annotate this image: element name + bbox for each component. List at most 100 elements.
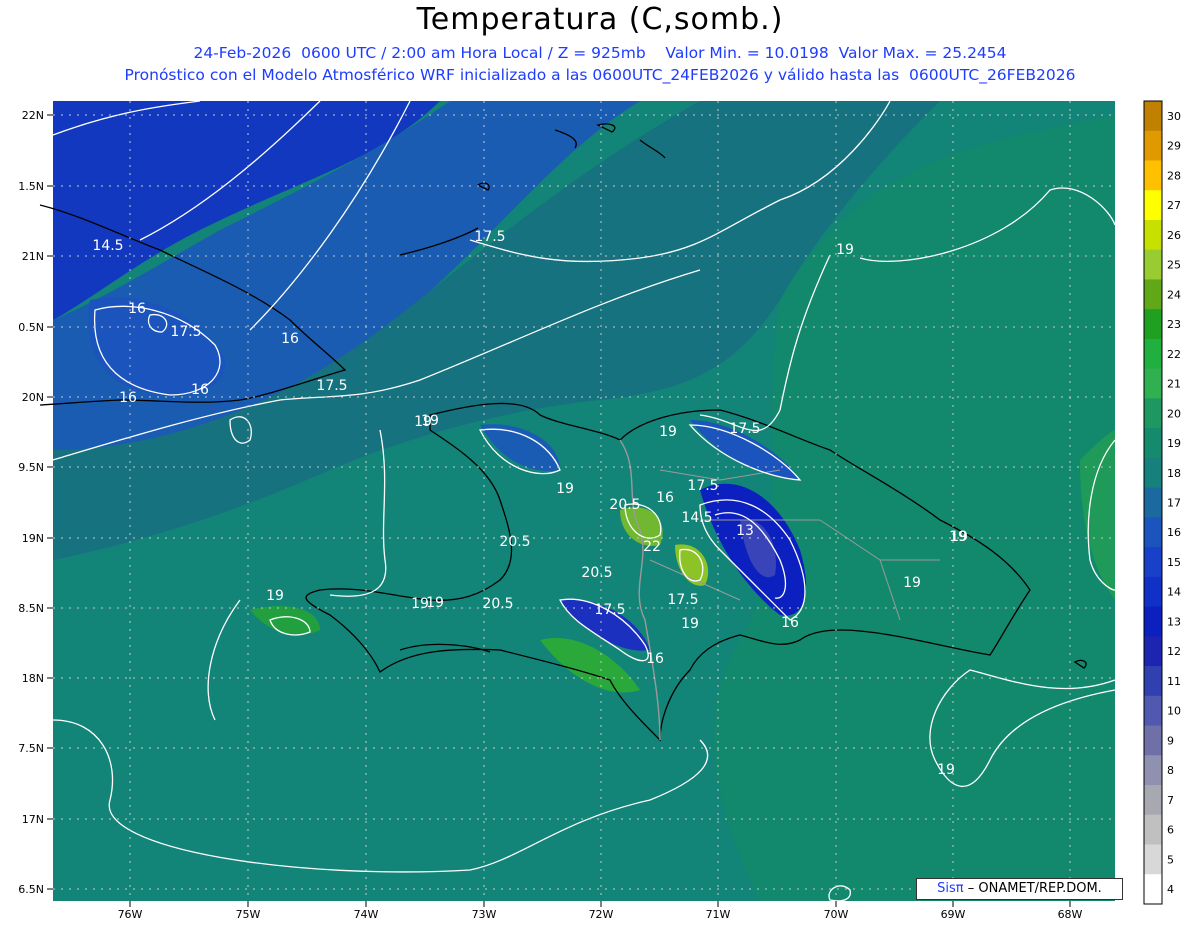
legend-swatch	[1144, 874, 1162, 905]
legend-swatch	[1144, 814, 1162, 846]
legend-tick-label: 10	[1167, 705, 1181, 718]
contour-label: 19	[937, 762, 955, 778]
contour-label: 19	[903, 575, 921, 591]
contour-label: 17.5	[729, 421, 760, 437]
lon-label: 71W	[706, 908, 731, 921]
legend-swatch	[1144, 725, 1162, 756]
legend-tick-label: 16	[1167, 526, 1181, 539]
legend-swatch	[1144, 844, 1162, 875]
contour-label: 16	[656, 490, 674, 506]
lat-label: 21N	[22, 250, 44, 263]
legend-swatch	[1144, 606, 1162, 637]
legend-tick-label: 30	[1167, 110, 1181, 123]
legend-tick-label: 17	[1167, 497, 1181, 510]
legend-swatch	[1144, 219, 1162, 251]
legend-swatch	[1144, 457, 1162, 489]
contour-label: 16	[281, 331, 299, 347]
legend-swatch	[1144, 338, 1162, 370]
contour-label: 16	[191, 382, 209, 398]
legend-swatch	[1144, 666, 1162, 697]
contour-label: 19	[836, 242, 854, 258]
lat-label: 9.5N	[18, 461, 44, 474]
lon-label: 69W	[941, 908, 966, 921]
lat-label: 17N	[22, 813, 44, 826]
credit-box: Sisπ – ONAMET/REP.DOM.	[916, 878, 1123, 900]
legend-tick-label: 15	[1167, 556, 1181, 569]
legend-tick-label: 20	[1167, 407, 1181, 420]
legend-tick-label: 26	[1167, 229, 1181, 242]
contour-label: 16	[119, 390, 137, 406]
legend-swatch	[1144, 279, 1162, 310]
legend-swatch	[1144, 190, 1162, 221]
contour-label: 20.5	[482, 596, 513, 612]
legend-swatch	[1144, 755, 1162, 786]
legend-tick-label: 11	[1167, 675, 1181, 688]
legend-swatch	[1144, 785, 1162, 816]
legend-swatch	[1144, 487, 1162, 518]
legend-tick-label: 21	[1167, 378, 1181, 391]
contour-label: 19	[681, 616, 699, 632]
legend-tick-label: 7	[1167, 794, 1174, 807]
temperature-map: 14.5 16 17.5 16 16 17.5 16 19 17.5 19 19 19 17.5 19 20…	[18, 100, 1181, 921]
legend-tick-label: 9	[1167, 734, 1174, 747]
legend-tick-label: 24	[1167, 288, 1181, 301]
legend-swatch	[1144, 130, 1162, 161]
legend-swatch	[1144, 547, 1162, 578]
contour-label: 19	[556, 481, 574, 497]
lat-label: 22N	[22, 109, 44, 122]
legend-tick-label: 25	[1167, 259, 1181, 272]
lon-label: 75W	[236, 908, 261, 921]
legend-swatch	[1144, 576, 1162, 608]
contour-label: 16	[128, 301, 146, 317]
legend-tick-label: 23	[1167, 318, 1181, 331]
contour-label: 19	[421, 413, 439, 429]
legend-swatch	[1144, 517, 1162, 548]
contour-label: 17.5	[594, 602, 625, 618]
legend-tick-label: 22	[1167, 348, 1181, 361]
contour-label: 17.5	[170, 324, 201, 340]
legend-tick-label: 27	[1167, 199, 1181, 212]
legend-tick-label: 29	[1167, 140, 1181, 153]
lon-label: 73W	[472, 908, 497, 921]
legend-swatch	[1144, 249, 1162, 280]
legend-swatch	[1144, 368, 1162, 399]
contour-label: 22	[643, 539, 661, 555]
lon-label: 72W	[589, 908, 614, 921]
contour-label: 17.5	[667, 592, 698, 608]
contour-label: 17.5	[316, 378, 347, 394]
lat-label: 6.5N	[18, 883, 44, 896]
lon-label: 70W	[824, 908, 849, 921]
legend-swatch	[1144, 636, 1162, 667]
legend-tick-label: 14	[1167, 586, 1181, 599]
contour-label: 16	[646, 651, 664, 667]
legend-swatch	[1144, 160, 1162, 191]
legend-tick-label: 19	[1167, 437, 1181, 450]
contour-label: 14.5	[681, 510, 712, 526]
legend-swatch	[1144, 101, 1162, 132]
contour-label: 19	[659, 424, 677, 440]
lat-label: 8.5N	[18, 602, 44, 615]
lon-label: 68W	[1058, 908, 1083, 921]
contour-label: 19	[949, 529, 967, 545]
legend-tick-label: 18	[1167, 467, 1181, 480]
lat-label: 20N	[22, 391, 44, 404]
sispi-logo: Sisπ	[937, 881, 964, 896]
legend-tick-label: 28	[1167, 169, 1181, 182]
legend-swatch	[1144, 398, 1162, 429]
lat-label: 19N	[22, 532, 44, 545]
contour-label: 17.5	[474, 229, 505, 245]
lat-label: 7.5N	[18, 742, 44, 755]
legend-swatch	[1144, 695, 1162, 727]
contour-label: 14.5	[92, 238, 123, 254]
lat-label: 18N	[22, 672, 44, 685]
contour-label: 20.5	[609, 497, 640, 513]
contour-label: 13	[736, 523, 754, 539]
legend-tick-label: 13	[1167, 615, 1181, 628]
contour-label: 20.5	[499, 534, 530, 550]
legend-tick-label: 5	[1167, 853, 1174, 866]
legend-tick-label: 8	[1167, 764, 1174, 777]
legend-swatch	[1144, 309, 1162, 340]
credit-text: – ONAMET/REP.DOM.	[967, 881, 1102, 896]
legend-tick-label: 6	[1167, 824, 1174, 837]
longitude-labels: 76W 75W 74W 73W 72W 71W 70W 69W 68W	[118, 908, 1083, 921]
